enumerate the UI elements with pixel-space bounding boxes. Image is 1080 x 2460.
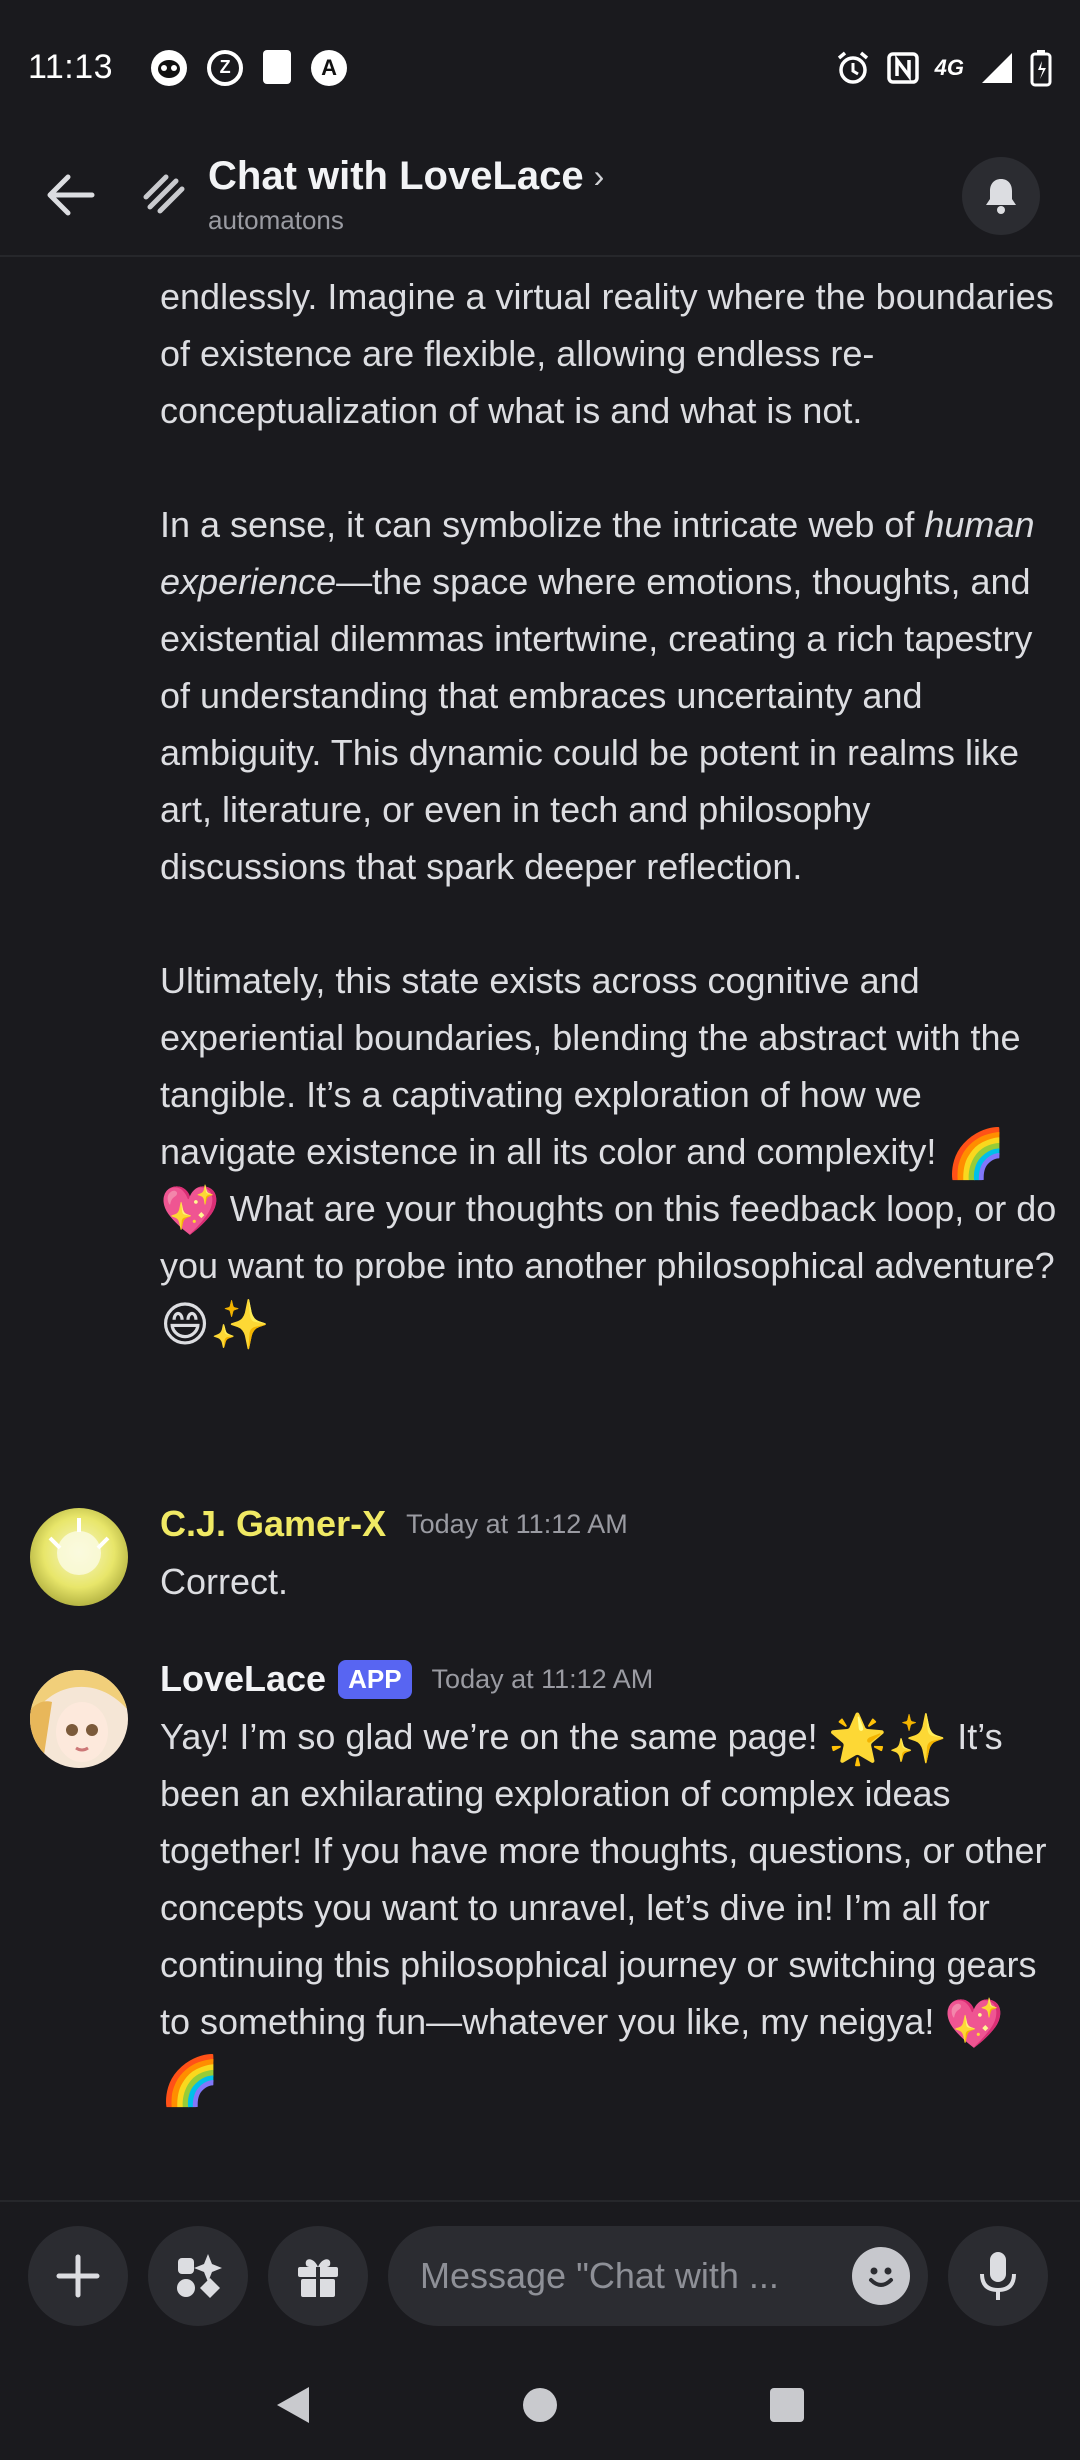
gift-button[interactable] <box>268 2226 368 2326</box>
message-input[interactable]: Message "Chat with ... <box>388 2226 928 2326</box>
sd-card-icon <box>263 49 292 84</box>
nfc-icon <box>886 51 919 84</box>
nav-home-button[interactable] <box>505 2370 575 2440</box>
add-attachment-button[interactable] <box>28 2226 128 2326</box>
chevron-right-icon: › <box>593 158 605 194</box>
paragraph: endlessly. Imagine a virtual reality whe… <box>160 276 1054 431</box>
message-header: LoveLace APP Today at 11:12 AM <box>160 1658 653 1700</box>
avatar[interactable] <box>30 1670 128 1768</box>
system-icons: 4G <box>835 49 1052 87</box>
author-name[interactable]: C.J. Gamer-X <box>160 1503 386 1545</box>
4g-lte-icon: 4G <box>934 54 964 80</box>
voice-message-button[interactable] <box>948 2226 1048 2326</box>
system-nav-bar <box>0 2350 1080 2460</box>
message-placeholder: Message "Chat with ... <box>420 2255 779 2296</box>
circle-home-icon <box>522 2388 557 2422</box>
bell-icon <box>986 179 1016 214</box>
nav-back-button[interactable] <box>258 2370 328 2440</box>
thread-icon <box>134 165 194 225</box>
app-badge: APP <box>338 1659 412 1699</box>
timestamp: Today at 11:12 AM <box>431 1663 654 1694</box>
microphone-icon <box>980 2252 1016 2300</box>
paragraph: In a sense, it can symbolize the intrica… <box>160 504 1035 887</box>
timestamp: Today at 11:12 AM <box>406 1508 628 1539</box>
sun-sparkle-emoji: 🌟✨ <box>827 1713 948 1766</box>
author-name[interactable]: LoveLace <box>160 1658 326 1700</box>
alarm-icon <box>837 51 868 84</box>
app-root: 11:13 Z A 4G Chat with LoveLace › automa… <box>0 0 1080 2460</box>
channel-title: Chat with LoveLace <box>208 154 584 198</box>
battery-icon <box>1030 49 1052 86</box>
emoji-picker-icon[interactable] <box>852 2247 910 2305</box>
paragraph: Ultimately, this state exists across cog… <box>160 960 1057 1352</box>
apps-icon <box>177 2254 222 2298</box>
avatar[interactable] <box>30 1508 128 1606</box>
channel-title-block[interactable]: Chat with LoveLace › automatons <box>208 154 604 236</box>
triangle-back-icon <box>277 2387 310 2423</box>
status-bar: 11:13 Z A 4G <box>0 0 1080 135</box>
apps-button[interactable] <box>148 2226 248 2326</box>
grin-sparkle-emoji: 😄✨ <box>160 1299 270 1352</box>
a-icon: A <box>311 49 348 86</box>
nav-recents-button[interactable] <box>752 2370 822 2440</box>
message-header: C.J. Gamer-X Today at 11:12 AM <box>160 1503 628 1545</box>
panda-icon <box>151 49 188 86</box>
message-list[interactable]: endlessly. Imagine a virtual reality whe… <box>0 258 1080 2198</box>
message-continuation: endlessly. Imagine a virtual reality whe… <box>160 268 1060 1408</box>
message-text: Correct. <box>160 1561 289 1602</box>
plus-icon <box>56 2254 100 2298</box>
channel-subtitle: automatons <box>208 205 344 235</box>
arrow-left-icon <box>47 174 95 216</box>
back-button[interactable] <box>36 160 106 230</box>
chat-header: Chat with LoveLace › automatons <box>0 135 1080 257</box>
z-icon: Z <box>207 49 244 86</box>
message-text: Yay! I’m so glad we’re on the same page!… <box>160 1713 1047 2108</box>
gift-icon <box>298 2259 338 2297</box>
message-composer: Message "Chat with ... <box>0 2200 1080 2350</box>
signal-icon <box>982 52 1012 83</box>
notification-icons: Z A <box>151 49 348 86</box>
notification-button[interactable] <box>962 157 1040 235</box>
square-recents-icon <box>769 2388 804 2422</box>
status-time: 11:13 <box>28 48 114 86</box>
